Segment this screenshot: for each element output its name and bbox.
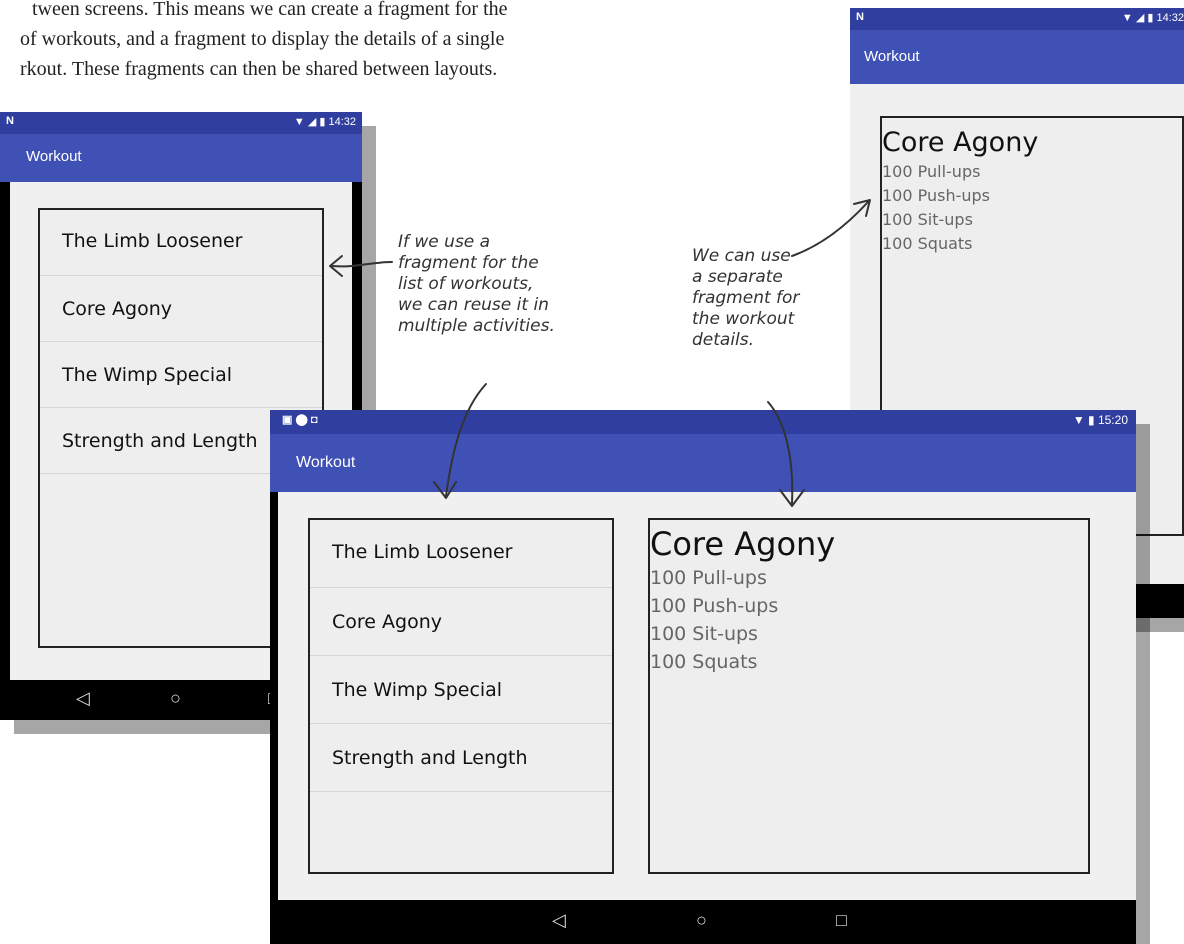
arrow-to-tablet-detail	[767, 401, 794, 505]
arrow-to-tablet-list	[445, 383, 487, 497]
arrow-to-phone-list	[331, 261, 393, 268]
arrowhead	[433, 481, 457, 499]
arrow-to-phone-detail	[791, 201, 869, 257]
annotation-arrows	[329, 199, 871, 507]
